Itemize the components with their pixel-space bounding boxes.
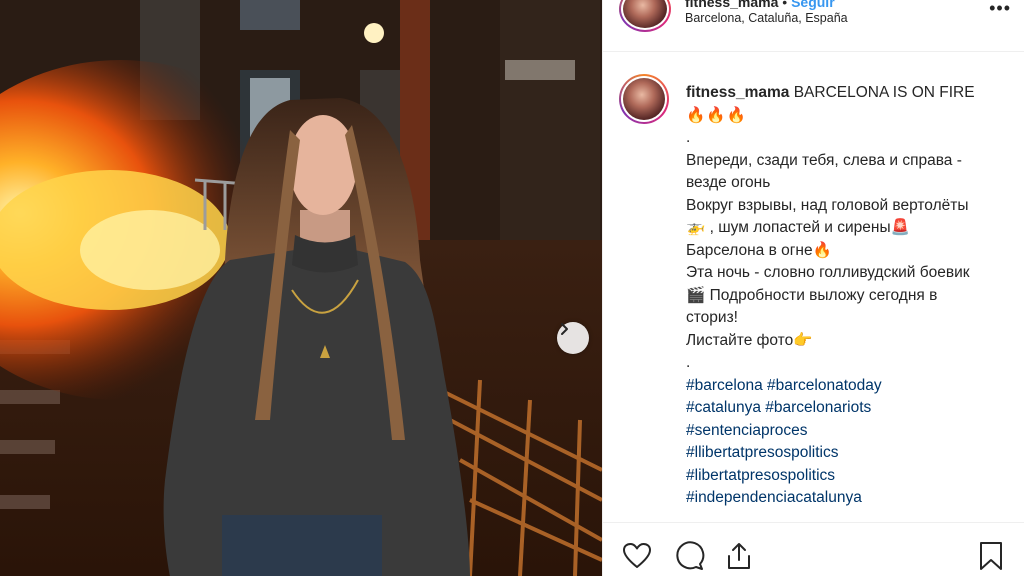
chevron-right-icon — [561, 323, 568, 335]
header-user-line: fitness_mama • Seguir — [685, 0, 835, 10]
action-bar — [603, 522, 1024, 576]
caption-line: Листайте фото👉 — [686, 331, 813, 349]
caption-dot: . — [686, 354, 691, 371]
photo-illustration — [0, 0, 602, 576]
like-button[interactable] — [621, 540, 653, 572]
header-avatar[interactable] — [619, 0, 671, 32]
caption-line: Эта ночь - словно голливудский боевик🎬 П… — [686, 264, 970, 326]
location-link[interactable]: Barcelona, Cataluña, España — [685, 11, 848, 25]
share-icon — [728, 543, 750, 569]
hashtag-link[interactable]: #catalunya #barcelonariots — [686, 397, 986, 420]
share-button[interactable] — [723, 540, 755, 572]
post-side-panel: fitness_mama • Seguir Barcelona, Cataluñ… — [602, 0, 1024, 576]
hashtag-link[interactable]: #llibertatpresospolitics — [686, 442, 986, 465]
follow-button[interactable]: Seguir — [791, 0, 835, 10]
hashtag-link[interactable]: #barcelona #barcelonatoday — [686, 375, 986, 398]
caption-username[interactable]: fitness_mama — [686, 84, 789, 101]
post-header: fitness_mama • Seguir Barcelona, Cataluñ… — [603, 0, 1024, 52]
heart-icon — [623, 543, 651, 568]
comment-button[interactable] — [673, 540, 705, 572]
post-photo[interactable] — [0, 0, 602, 576]
caption-line: Вокруг взрывы, над головой вертолёты🚁 , … — [686, 196, 969, 259]
hashtag-link[interactable]: #sentenciaproces — [686, 420, 986, 443]
caption-text: fitness_mama BARCELONA IS ON FIRE 🔥🔥🔥 . … — [686, 82, 986, 510]
hashtag-link[interactable]: #libertatpresospolitics — [686, 465, 986, 488]
caption-area: fitness_mama BARCELONA IS ON FIRE 🔥🔥🔥 . … — [603, 52, 1024, 522]
caption-avatar[interactable] — [619, 74, 669, 124]
save-button[interactable] — [975, 540, 1007, 572]
hashtag-link[interactable]: #independenciacatalunya — [686, 487, 986, 510]
caption-dot: . — [686, 129, 691, 146]
header-username[interactable]: fitness_mama — [685, 0, 778, 10]
header-separator: • — [782, 0, 788, 10]
more-options-button[interactable]: ••• — [989, 0, 1011, 19]
caption-line: Впереди, сзади тебя, слева и справа - ве… — [686, 151, 962, 192]
comment-icon — [676, 541, 705, 570]
caption-title: BARCELONA IS ON FIRE — [793, 84, 975, 101]
next-photo-button[interactable] — [557, 322, 589, 354]
bookmark-icon — [980, 542, 1002, 570]
caption-title-emoji: 🔥🔥🔥 — [686, 106, 747, 124]
